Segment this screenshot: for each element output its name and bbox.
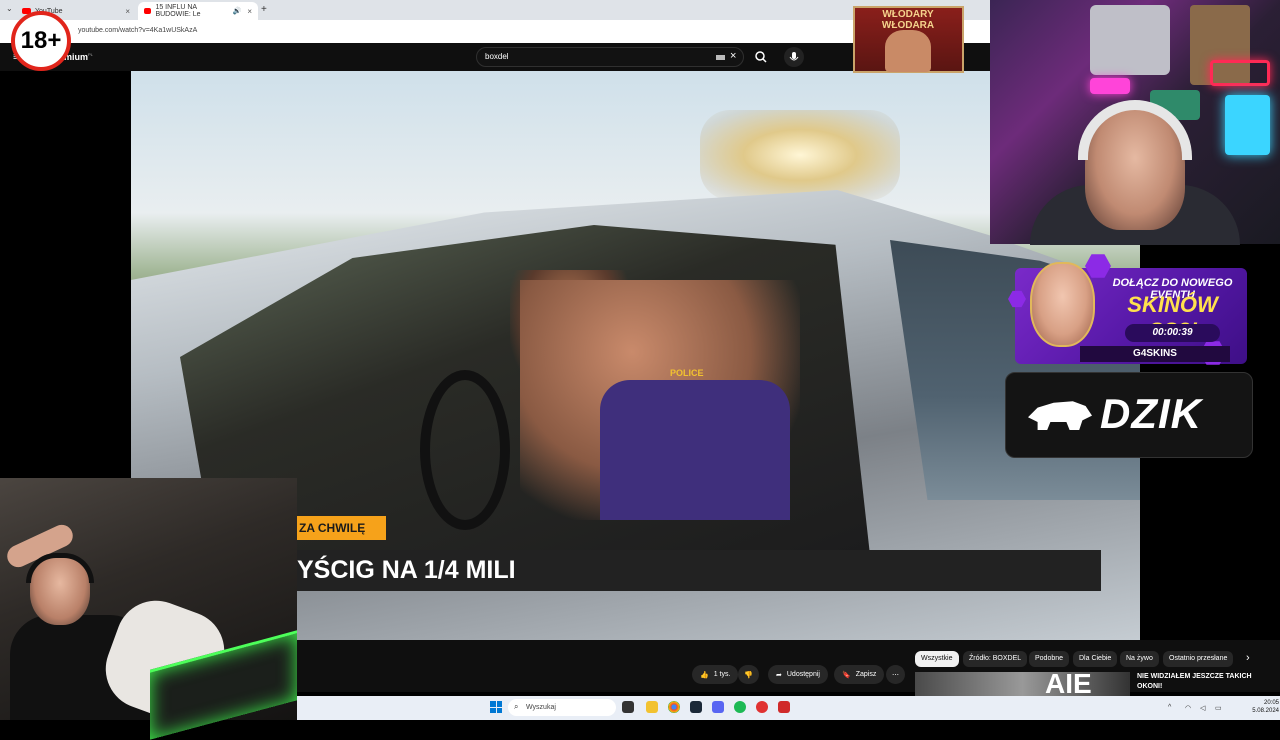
microphone-icon — [789, 52, 799, 61]
task-view-icon[interactable] — [622, 701, 634, 713]
chip-recent[interactable]: Ostatnio przesłane — [1163, 651, 1234, 667]
share-button[interactable]: ➦ Udostępnij — [768, 665, 828, 684]
save-button[interactable]: 🔖 Zapisz — [834, 665, 885, 684]
share-icon: ➦ — [776, 671, 782, 679]
recommended-title[interactable]: NIE WIDZIAŁEM JESZCZE TAKICH OKONI! — [1137, 672, 1267, 692]
dzik-logo-text: DZIK — [1100, 390, 1202, 437]
coming-soon-tag: ZA CHWILĘ — [297, 516, 386, 540]
new-tab-icon[interactable]: + — [261, 4, 267, 15]
wifi-icon[interactable]: ◠ — [1185, 704, 1191, 712]
thumbs-down-icon: 👎 — [744, 671, 753, 679]
file-explorer-icon[interactable] — [646, 701, 658, 713]
tab-list-chevron-icon[interactable]: ⌄ — [6, 4, 13, 13]
save-label: Zapisz — [855, 671, 877, 678]
search-button[interactable] — [748, 47, 774, 67]
neon-bull-sign — [1210, 60, 1270, 86]
close-tab-icon[interactable]: × — [125, 7, 130, 16]
dislike-button[interactable]: 👎 — [738, 665, 759, 684]
region-label: PL — [88, 52, 93, 57]
chip-all[interactable]: Wszystkie — [915, 651, 959, 667]
wlodary-portrait — [885, 30, 931, 72]
close-tab-icon[interactable]: × — [247, 7, 252, 16]
vinyl-record-frame — [1090, 5, 1170, 75]
recommended-thumbnail[interactable]: AIE — [915, 668, 1130, 699]
more-actions-button[interactable]: ⋯ — [886, 665, 905, 684]
tab-video[interactable]: 15 INFLU NA BUDOWIE: Le 🔊 × — [138, 2, 258, 20]
clock-date: 5.08.2024 — [1252, 708, 1279, 714]
spotify-icon[interactable] — [734, 701, 746, 713]
like-count: 1 tys. — [713, 671, 731, 678]
windows-start-icon[interactable] — [490, 701, 502, 713]
volume-icon[interactable]: ◁ — [1200, 704, 1205, 712]
search-icon — [755, 51, 767, 63]
speaker-icon[interactable]: 🔊 — [233, 7, 242, 15]
event-brand-logo: G4SKINS — [1080, 346, 1230, 362]
wlodary-logo-text: WŁODARY WŁODARA — [881, 9, 935, 31]
chrome-icon[interactable] — [668, 701, 680, 713]
app-icon[interactable] — [778, 701, 790, 713]
keyboard-icon[interactable] — [716, 55, 725, 60]
police-light-bar — [700, 110, 900, 200]
steering-wheel — [420, 370, 510, 530]
clock-time: 20:05 — [1263, 700, 1279, 706]
youtube-premium-logo[interactable]: miumPL — [64, 52, 93, 62]
age-rating-badge: 18+ — [11, 11, 71, 71]
chip-source[interactable]: Źródło: BOXDEL — [963, 651, 1028, 667]
discord-icon[interactable] — [712, 701, 724, 713]
taskbar-search[interactable]: Wyszukaj — [508, 699, 616, 716]
thumbs-up-icon: 👍 — [700, 671, 709, 679]
url-text[interactable]: youtube.com/watch?v=4Ka1wUSkAzA — [78, 27, 197, 34]
event-ad-portrait — [1030, 262, 1095, 347]
more-icon: ⋯ — [892, 671, 899, 679]
event-countdown: 00:00:39 — [1125, 324, 1220, 342]
voice-search-button[interactable] — [784, 47, 804, 67]
chevron-right-icon[interactable]: › — [1246, 652, 1250, 664]
jersey-label: POLICE — [670, 368, 704, 378]
search-input[interactable]: boxdel — [476, 47, 744, 67]
chip-live[interactable]: Na żywo — [1120, 651, 1159, 667]
battery-icon[interactable]: ▭ — [1215, 704, 1222, 712]
youtube-favicon-icon — [144, 8, 152, 14]
search-icon: ⌕ — [514, 702, 519, 711]
chip-for-you[interactable]: Dla Ciebie — [1073, 651, 1118, 667]
chip-similar[interactable]: Podobne — [1029, 651, 1070, 667]
driver-jersey: POLICE — [600, 368, 790, 520]
race-banner: YŚCIG NA 1/4 MILI — [297, 550, 1101, 591]
bookmark-icon: 🔖 — [842, 671, 851, 679]
clear-search-icon[interactable]: × — [730, 50, 736, 62]
obs-icon[interactable] — [756, 701, 768, 713]
taskbar-clock[interactable]: 20:05 5.08.2024 — [1243, 699, 1279, 715]
neon-shelf — [1225, 95, 1270, 155]
steam-icon[interactable] — [690, 701, 702, 713]
tab-label: 15 INFLU NA BUDOWIE: Le — [155, 4, 201, 18]
tray-chevron-icon[interactable]: ^ — [1168, 704, 1171, 711]
like-button[interactable]: 👍 1 tys. — [692, 665, 739, 684]
share-label: Udostępnij — [786, 671, 820, 678]
neon-sign — [1090, 78, 1130, 94]
